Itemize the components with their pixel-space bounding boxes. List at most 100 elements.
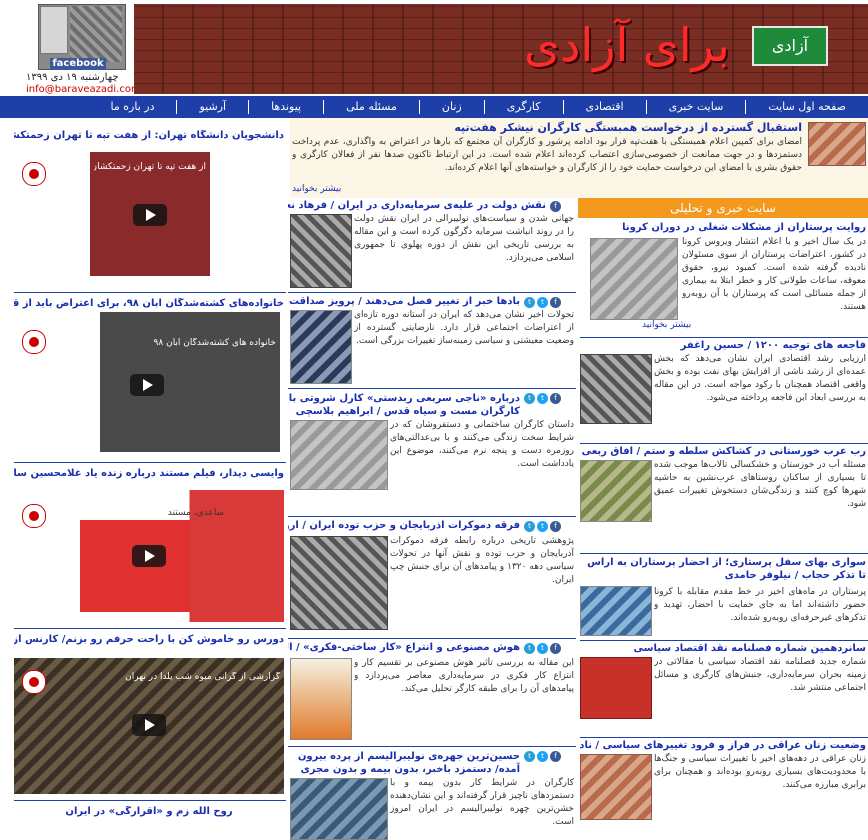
divider <box>580 737 868 738</box>
historical-photo[interactable] <box>290 536 388 630</box>
left-video-heading[interactable]: خانواده‌های کشته‌شدگان آبان ۹۸، برای اعت… <box>14 298 284 309</box>
facebook-icon[interactable]: f <box>550 393 561 404</box>
middle-article-body: داستان کارگران ساختمانی و دستفروشان که د… <box>390 420 574 469</box>
middle-article-body: کارگران در شرایط کار بدون بیمه و با دستم… <box>390 778 574 827</box>
nurse-image[interactable] <box>580 586 652 636</box>
right-item-title[interactable]: سانردهمین شماره فصلنامه نقد اقتصاد سیاسی <box>580 643 867 654</box>
middle-article-title[interactable]: درباره «ناجی سربعی ربدستی» کارل شروتی با… <box>288 392 520 418</box>
nav-about[interactable]: در باره ما <box>89 100 177 114</box>
middle-article-title[interactable]: فرقه دموکرات آذربایجان و حزب توده ایران … <box>288 520 520 531</box>
twitter-icon[interactable]: t <box>537 751 548 762</box>
divider <box>580 640 868 641</box>
facebook-icon[interactable]: f <box>550 751 561 762</box>
twitter-icon[interactable]: t <box>537 393 548 404</box>
telegram-icon[interactable]: t <box>524 297 535 308</box>
middle-article-title[interactable]: نقش دولت در علیه‌ی سرمایه‌داری در ایران … <box>288 200 546 211</box>
left-video-heading[interactable]: دانشجویان دانشگاه تهران: از هفت تپه تا ت… <box>14 130 284 141</box>
divider <box>288 746 576 747</box>
share-buttons: t t f <box>524 297 561 308</box>
divider <box>288 638 576 639</box>
twitter-icon[interactable]: t <box>537 297 548 308</box>
play-icon[interactable] <box>133 204 167 226</box>
nav-home[interactable]: صفحه اول سایت <box>745 100 868 114</box>
video-title: خانواده های کشته‌شدگان آبان ۹۸ <box>153 338 276 348</box>
channel-logo-icon <box>22 670 46 694</box>
telegram-icon[interactable]: t <box>524 521 535 532</box>
right-list-item: سانردهمین شماره فصلنامه نقد اقتصاد سیاسی… <box>580 643 868 735</box>
play-icon[interactable] <box>130 374 164 396</box>
video-player[interactable]: خانواده های کشته‌شدگان آبان ۹۸ <box>100 312 280 452</box>
workers-group-photo[interactable] <box>290 420 388 490</box>
telegram-icon[interactable]: t <box>524 751 535 762</box>
officers-photo[interactable] <box>290 214 352 288</box>
left-bottom-block: روح الله زم و «اقرارگی» در ایران <box>14 800 286 840</box>
right-item-title[interactable]: رب عرب خورستانی در کشاکش سلطه و ستم / آف… <box>580 446 866 457</box>
play-icon[interactable] <box>132 545 166 567</box>
middle-article: t t f فرقه دموکرات آذربایجان و حزب توده … <box>288 518 576 636</box>
telegram-icon[interactable]: t <box>524 643 535 654</box>
left-video-block: دانشجویان دانشگاه تهران: از هفت تپه تا ت… <box>14 128 286 288</box>
telegram-icon[interactable]: t <box>524 393 535 404</box>
nav-news-site[interactable]: سایت خبری <box>645 100 746 114</box>
video-player[interactable]: ساعدی، مستند <box>14 490 284 622</box>
left-video-heading[interactable]: وایسی دیدار، فیلم مستند درباره زنده یاد … <box>14 468 284 479</box>
site-banner[interactable]: برای آزادی آزادی <box>134 4 868 94</box>
left-bottom-heading[interactable]: روح الله زم و «اقرارگی» در ایران <box>14 806 284 817</box>
play-icon[interactable] <box>132 714 166 736</box>
left-video-heading[interactable]: دورس رو خاموش کن با راحت حرفم رو بزنم/ ک… <box>14 634 284 645</box>
middle-article-body: تحولات اخیر نشان می‌دهد که ایران در آستا… <box>354 310 574 346</box>
journal-cover-image[interactable] <box>580 657 652 719</box>
facebook-icon[interactable]: f <box>550 521 561 532</box>
middle-article-title[interactable]: بادها خبر از تغییر فصل می‌دهند / پرویز ص… <box>288 296 520 307</box>
nav-economic[interactable]: اقتصادی <box>562 100 646 114</box>
falling-figure-image[interactable] <box>290 310 352 384</box>
right-item-title[interactable]: سواری بهای سفل پرستاری؛ از احضار پرستارا… <box>580 556 866 584</box>
divider <box>580 553 868 554</box>
khuzestan-image[interactable] <box>580 460 652 522</box>
nav-national-question[interactable]: مسئله ملی <box>323 100 419 114</box>
right-lead-read-more[interactable]: بیشتر بخوانید <box>642 320 691 330</box>
divider <box>580 443 868 444</box>
video-title: ساعدی، مستند <box>167 508 224 518</box>
nav-links[interactable]: پیوندها <box>248 100 323 114</box>
twitter-icon[interactable]: t <box>537 521 548 532</box>
nurses-protest-image[interactable] <box>590 238 678 320</box>
left-video-block: خانواده‌های کشته‌شدگان آبان ۹۸، برای اعت… <box>14 296 286 460</box>
nav-archive[interactable]: آرشیو <box>176 100 248 114</box>
nav-women[interactable]: زنان <box>418 100 484 114</box>
right-lead-body: در یک سال اخیر و با اعلام انتشار ویروس ک… <box>682 237 866 312</box>
site-header: facebook چهارشنبه ۱۹ دی ۱۳۹۹ info@barave… <box>0 0 868 96</box>
contact-email[interactable]: info@baraveazadi.com <box>26 84 141 95</box>
facebook-link[interactable]: facebook <box>50 58 106 70</box>
right-item-body: زنان عراقی در دهه‌های اخیر با تغییرات سی… <box>654 754 866 790</box>
facebook-icon[interactable]: f <box>550 297 561 308</box>
middle-article-title[interactable]: هوش مصنوعی و انتراع «کار ساختی-فکری» / آ… <box>288 642 520 653</box>
video-player[interactable]: از هفت تپه تا تهران زحمتکشان در زندان <box>90 152 210 276</box>
right-lead-title[interactable]: روایت پرستاران از مشکلات شغلی در دوران ک… <box>580 222 866 233</box>
right-item-title[interactable]: فاجعه های توجیه ۱۲۰۰ / حسین راغفر <box>580 340 866 351</box>
top-story: استقبال گسترده از درخواست همبستگی کارگرا… <box>290 118 868 198</box>
top-story-image[interactable] <box>808 122 866 166</box>
iraqi-women-image[interactable] <box>580 754 652 820</box>
site-logo-title: برای آزادی <box>524 18 730 72</box>
divider <box>288 292 576 293</box>
middle-article: t t f حسین‌ترین جهره‌ی نولیبرالیسم از پر… <box>288 748 576 840</box>
video-player[interactable]: گزارشی از گرانی میوه شب یلدا در تهران <box>14 658 284 794</box>
right-list-item: رب عرب خورستانی در کشاکش سلطه و ستم / آف… <box>580 446 868 550</box>
facebook-icon[interactable]: f <box>550 643 561 654</box>
marx200-cover-image[interactable] <box>290 658 352 740</box>
twitter-icon[interactable]: t <box>537 643 548 654</box>
top-story-read-more[interactable]: بیشتر بخوانید <box>292 184 341 194</box>
right-item-title[interactable]: وضعیت زنان عراقی در فراز و فرود تغییرهای… <box>580 740 866 751</box>
facebook-icon[interactable]: f <box>550 201 561 212</box>
phone-icon <box>40 6 68 54</box>
middle-article-title[interactable]: حسین‌ترین جهره‌ی نولیبرالیسم از پرده بیر… <box>288 750 520 776</box>
workers-image[interactable] <box>290 778 388 840</box>
channel-logo-icon <box>22 330 46 354</box>
author-photo[interactable] <box>580 354 652 424</box>
channel-logo-icon <box>22 504 46 528</box>
share-buttons: f <box>550 201 561 212</box>
nav-labor[interactable]: کارگری <box>483 100 563 114</box>
video-title: از هفت تپه تا تهران زحمتکشان در زندان <box>94 162 206 172</box>
top-story-title[interactable]: استقبال گسترده از درخواست همبستگی کارگرا… <box>290 121 802 134</box>
